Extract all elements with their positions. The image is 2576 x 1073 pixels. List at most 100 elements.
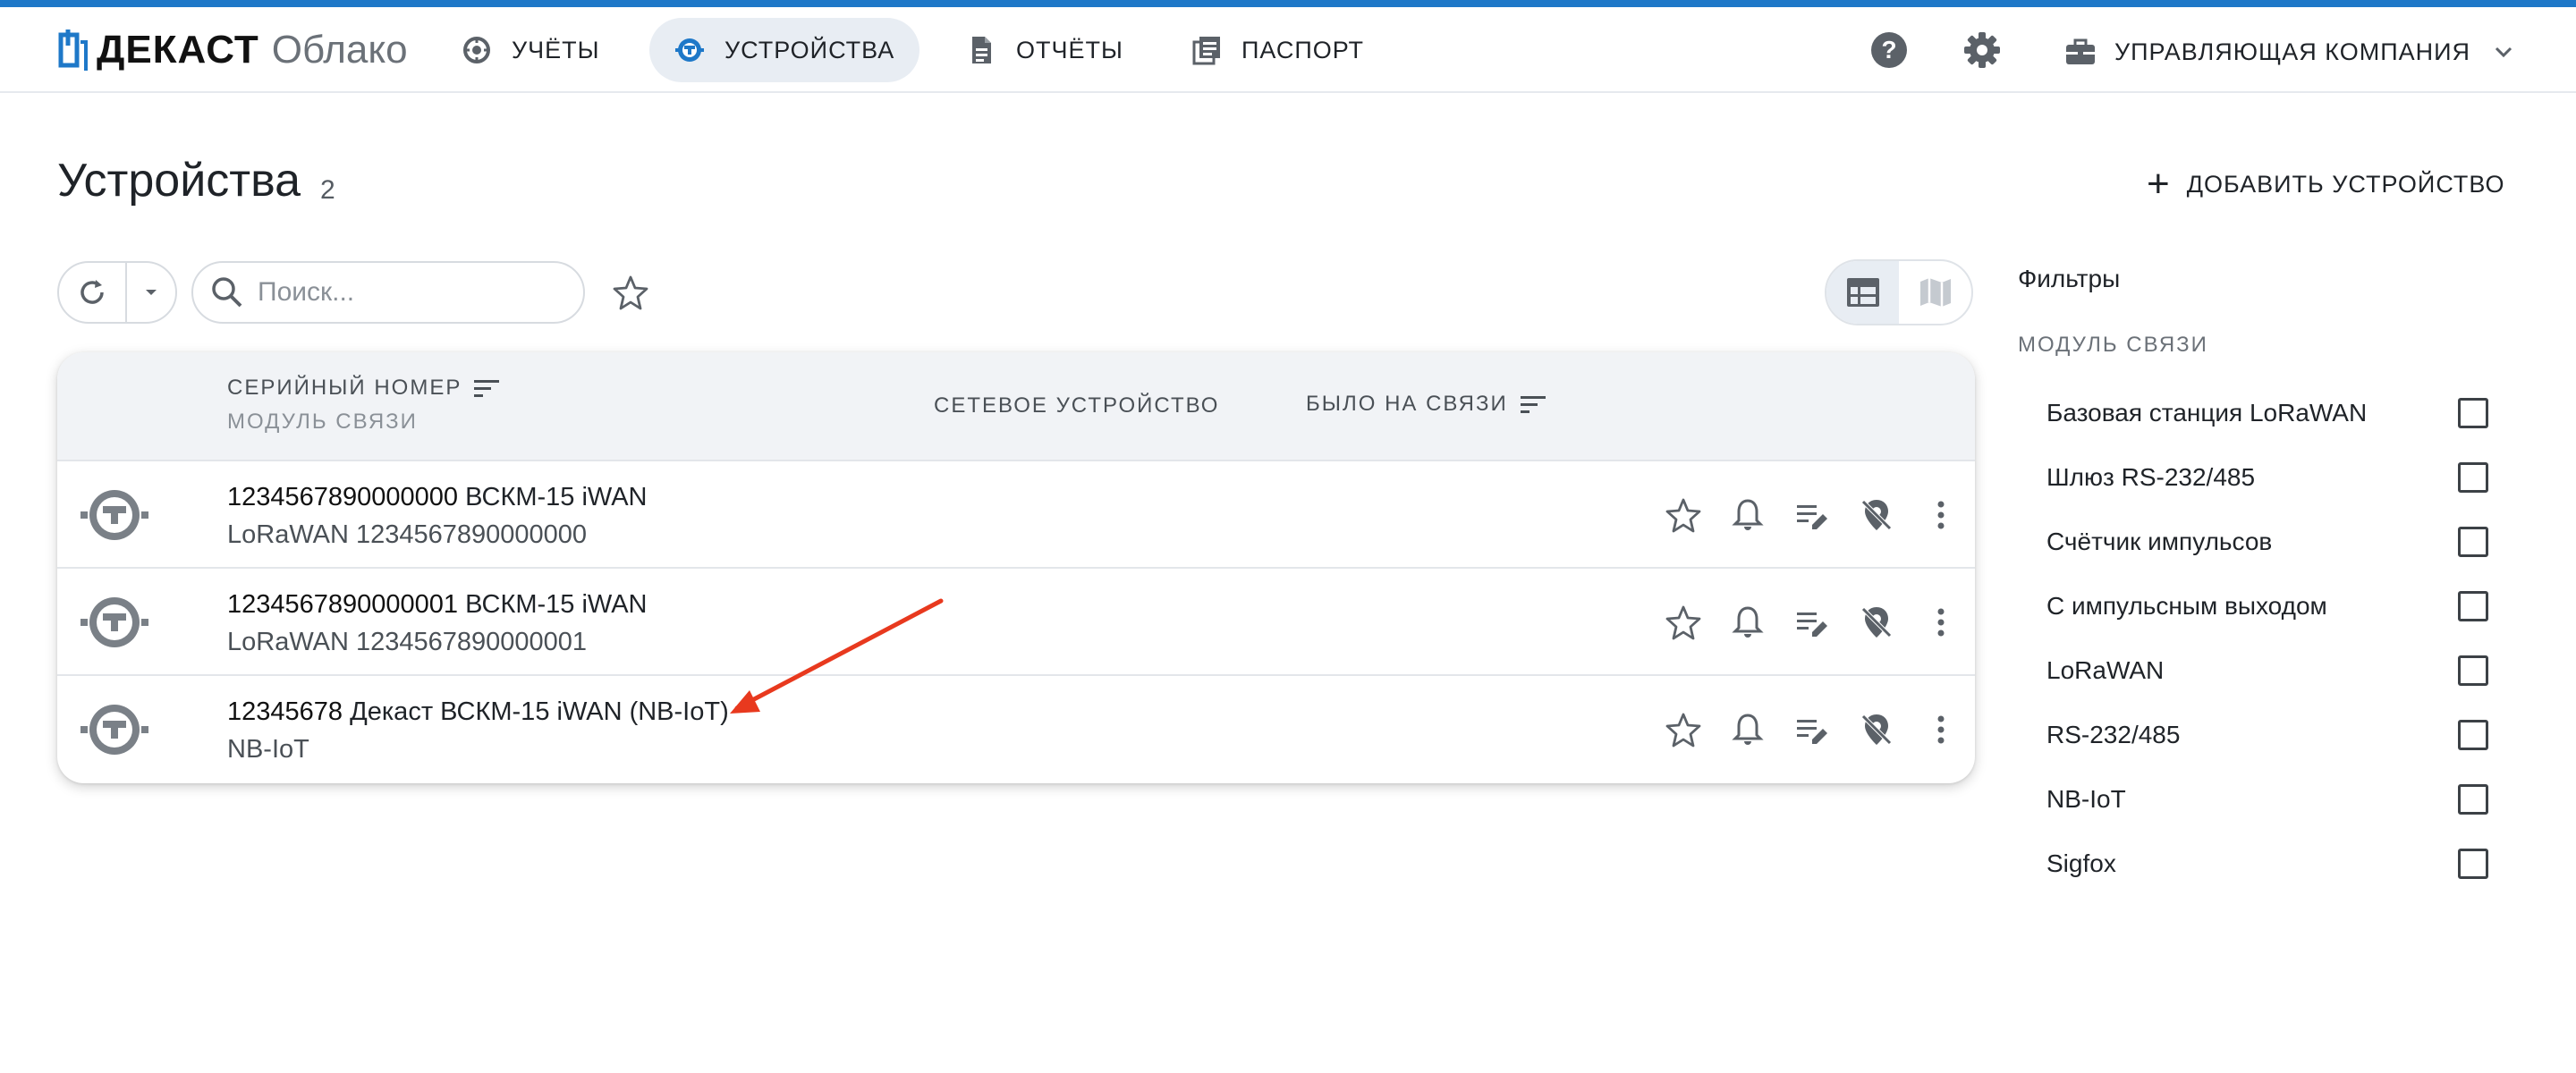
location-off-icon bbox=[1861, 607, 1892, 638]
company-selector[interactable]: УПРАВЛЯЮЩАЯ КОМПАНИЯ bbox=[2064, 30, 2517, 73]
filter-checkbox[interactable] bbox=[2458, 655, 2488, 686]
device-module: LoRaWAN 1234567890000000 bbox=[227, 520, 588, 549]
location-off-button[interactable] bbox=[1855, 708, 1898, 751]
page-title: Устройства bbox=[57, 155, 301, 207]
add-device-button[interactable]: + ДОБАВИТЬ УСТРОЙСТВО bbox=[2147, 165, 2505, 204]
search-icon bbox=[209, 275, 245, 310]
device-module: LoRaWAN 1234567890000001 bbox=[227, 628, 588, 656]
column-header-last-seen-label: БЫЛО НА СВЯЗИ bbox=[1306, 392, 1508, 416]
edit-notes-button[interactable] bbox=[1791, 601, 1834, 644]
filter-checkbox[interactable] bbox=[2458, 720, 2488, 750]
notifications-button[interactable] bbox=[1726, 708, 1769, 751]
bell-icon bbox=[1732, 606, 1764, 638]
table-row[interactable]: 1234567890000000 ВСКМ-15 iWAN LoRaWAN 12… bbox=[57, 460, 1975, 567]
favorite-button[interactable] bbox=[1662, 494, 1705, 536]
filter-checkbox[interactable] bbox=[2458, 849, 2488, 879]
search-field[interactable] bbox=[191, 261, 585, 324]
filter-option[interactable]: Sigfox bbox=[2046, 837, 2494, 891]
filter-label: С импульсным выходом bbox=[2046, 592, 2327, 620]
bell-icon bbox=[1732, 714, 1764, 745]
filter-checkbox[interactable] bbox=[2458, 462, 2488, 493]
bell-icon bbox=[1732, 499, 1764, 530]
plus-icon: + bbox=[2147, 162, 2171, 206]
settings-button[interactable] bbox=[1961, 29, 2004, 72]
filter-checkbox[interactable] bbox=[2458, 784, 2488, 815]
column-header-module: МОДУЛЬ СВЯЗИ bbox=[227, 410, 418, 434]
edit-notes-button[interactable] bbox=[1791, 708, 1834, 751]
nav-item-devices[interactable]: УСТРОЙСТВА bbox=[649, 18, 920, 82]
nav-item-passport[interactable]: ПАСПОРТ bbox=[1166, 18, 1389, 82]
more-options-button[interactable] bbox=[1919, 601, 1962, 644]
map-view-button[interactable] bbox=[1899, 261, 1971, 324]
device-title: 12345678 Декаст ВСКМ-15 iWAN (NB-IoT) bbox=[227, 697, 729, 727]
favorites-filter-button[interactable] bbox=[608, 270, 653, 315]
favorite-button[interactable] bbox=[1662, 708, 1705, 751]
more-vertical-icon bbox=[1937, 715, 1945, 744]
filter-option[interactable]: NB-IoT bbox=[2046, 773, 2494, 826]
location-off-button[interactable] bbox=[1855, 601, 1898, 644]
filter-label: Шлюз RS-232/485 bbox=[2046, 463, 2256, 491]
search-input[interactable] bbox=[258, 277, 562, 308]
svg-text:?: ? bbox=[1881, 36, 1896, 63]
nav-item-accounts[interactable]: УЧЁТЫ bbox=[436, 18, 625, 82]
document-icon bbox=[966, 35, 996, 65]
refresh-button[interactable] bbox=[59, 263, 127, 322]
filter-option[interactable]: Базовая станция LoRaWAN bbox=[2046, 386, 2494, 440]
add-device-label: ДОБАВИТЬ УСТРОЙСТВО bbox=[2186, 170, 2505, 198]
column-header-serial[interactable]: СЕРИЙНЫЙ НОМЕР bbox=[227, 376, 501, 401]
nav-item-reports[interactable]: ОТЧЁТЫ bbox=[941, 18, 1148, 82]
filter-checkbox[interactable] bbox=[2458, 527, 2488, 557]
column-header-serial-label: СЕРИЙНЫЙ НОМЕР bbox=[227, 376, 462, 400]
filter-option[interactable]: LoRaWAN bbox=[2046, 644, 2494, 697]
nav-item-label: ПАСПОРТ bbox=[1241, 36, 1365, 63]
device-model: ВСКМ-15 iWAN bbox=[465, 590, 648, 619]
app-logo[interactable]: ДЕКАСТ Облако bbox=[57, 27, 408, 73]
table-view-button[interactable] bbox=[1826, 261, 1899, 324]
filter-label: NB-IoT bbox=[2046, 785, 2126, 813]
caret-down-icon bbox=[146, 290, 157, 295]
logo-brand-suffix: Облако bbox=[271, 28, 408, 72]
nav-item-label: ОТЧЁТЫ bbox=[1016, 36, 1123, 63]
filter-label: Базовая станция LoRaWAN bbox=[2046, 399, 2368, 427]
table-view-icon bbox=[1846, 278, 1879, 307]
refresh-icon bbox=[80, 280, 104, 304]
edit-notes-button[interactable] bbox=[1791, 494, 1834, 536]
filter-option[interactable]: Счётчик импульсов bbox=[2046, 515, 2494, 569]
filters-section-module: МОДУЛЬ СВЯЗИ bbox=[2018, 333, 2208, 357]
refresh-options-dropdown[interactable] bbox=[127, 263, 175, 322]
column-header-last-seen[interactable]: БЫЛО НА СВЯЗИ bbox=[1306, 392, 1547, 417]
nav-item-label: УСТРОЙСТВА bbox=[724, 36, 895, 63]
company-label: УПРАВЛЯЮЩАЯ КОМПАНИЯ bbox=[2114, 38, 2471, 65]
more-options-button[interactable] bbox=[1919, 708, 1962, 751]
device-model: Декаст ВСКМ-15 iWAN (NB-IoT) bbox=[350, 697, 729, 726]
table-header: СЕРИЙНЫЙ НОМЕР МОДУЛЬ СВЯЗИ СЕТЕВОЕ УСТР… bbox=[57, 352, 1975, 460]
column-header-network: СЕТЕВОЕ УСТРОЙСТВО bbox=[934, 393, 1219, 418]
devices-table: СЕРИЙНЫЙ НОМЕР МОДУЛЬ СВЯЗИ СЕТЕВОЕ УСТР… bbox=[57, 352, 1975, 783]
passport-icon bbox=[1191, 35, 1222, 65]
filter-label: LoRaWAN bbox=[2046, 656, 2165, 684]
location-off-button[interactable] bbox=[1855, 494, 1898, 536]
device-serial: 12345678 bbox=[227, 697, 343, 726]
refresh-button-group bbox=[57, 261, 177, 324]
filter-option[interactable]: Шлюз RS-232/485 bbox=[2046, 451, 2494, 504]
filter-checkbox[interactable] bbox=[2458, 591, 2488, 621]
logo-mark-icon bbox=[58, 30, 88, 71]
filter-option[interactable]: RS-232/485 bbox=[2046, 708, 2494, 762]
help-button[interactable]: ? bbox=[1868, 29, 1911, 72]
location-off-icon bbox=[1861, 500, 1892, 530]
notifications-button[interactable] bbox=[1726, 494, 1769, 536]
filter-label: Sigfox bbox=[2046, 849, 2116, 877]
more-options-button[interactable] bbox=[1919, 494, 1962, 536]
more-vertical-icon bbox=[1937, 608, 1945, 637]
notifications-button[interactable] bbox=[1726, 601, 1769, 644]
favorite-button[interactable] bbox=[1662, 601, 1705, 644]
table-row[interactable]: 12345678 Декаст ВСКМ-15 iWAN (NB-IoT) NB… bbox=[57, 674, 1975, 782]
filter-checkbox[interactable] bbox=[2458, 398, 2488, 428]
device-count-badge: 2 bbox=[320, 175, 335, 205]
edit-notes-icon bbox=[1797, 613, 1827, 637]
table-row[interactable]: 1234567890000001 ВСКМ-15 iWAN LoRaWAN 12… bbox=[57, 567, 1975, 674]
device-serial: 1234567890000001 bbox=[227, 590, 459, 619]
column-header-network-label: СЕТЕВОЕ УСТРОЙСТВО bbox=[934, 393, 1220, 418]
filter-option[interactable]: С импульсным выходом bbox=[2046, 579, 2494, 633]
filter-label: RS-232/485 bbox=[2046, 721, 2181, 748]
